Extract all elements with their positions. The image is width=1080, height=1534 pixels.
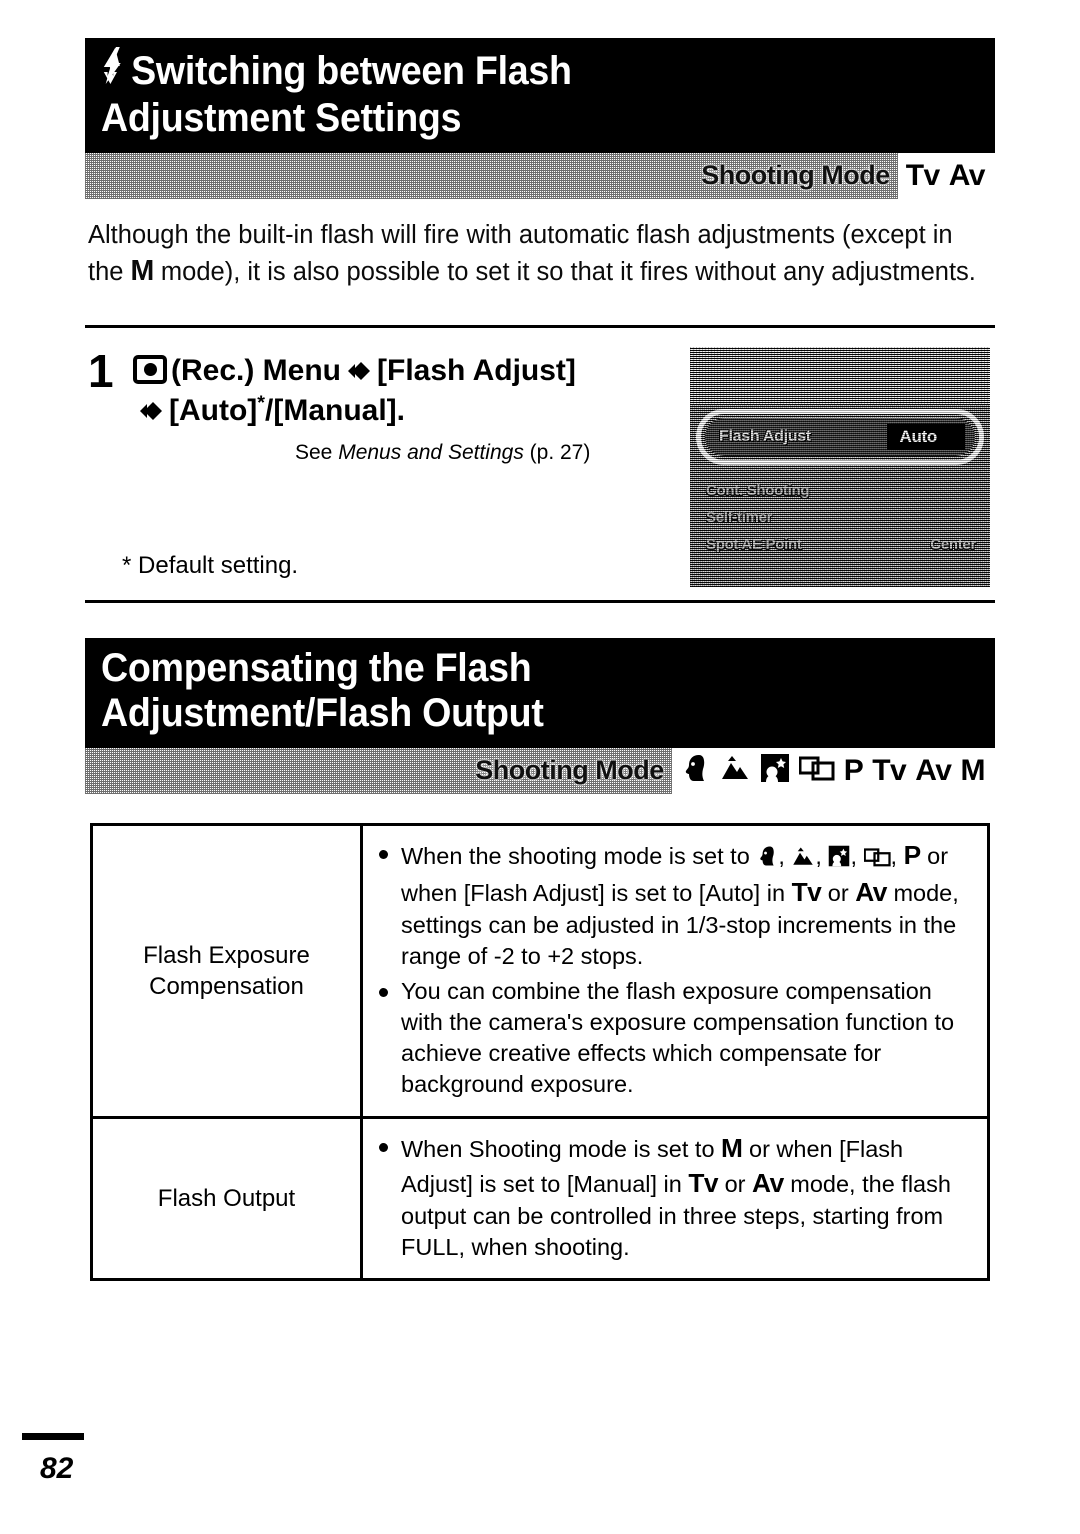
step-line1-a: (Rec.) Menu [171, 354, 342, 387]
reference-suffix: (p. 27) [523, 441, 591, 464]
mode-glyph-tv: Tv [688, 1167, 719, 1198]
step-line2-a: [Auto] [169, 394, 258, 428]
table-row-body: When the shooting mode is set to , , , ,… [360, 823, 990, 1119]
row-label-text: Flash Output [157, 1184, 296, 1212]
rec-camera-icon [133, 355, 167, 384]
mode-value-tv: Tv [905, 158, 941, 192]
section-1-title-text: Switching between Flash Adjustment Setti… [101, 49, 572, 140]
arrow-right-icon-1 [346, 353, 372, 391]
step-number: 1 [88, 345, 114, 397]
stitch-assist-mode-icon [863, 844, 891, 875]
arrow-right-icon-2 [138, 393, 164, 431]
bullet-item: When the shooting mode is set to , , , ,… [377, 838, 977, 973]
lcd-row: Spot AE Point Center [706, 531, 976, 558]
lcd-row-value-auto: Auto [887, 424, 965, 450]
section-1-title-row: Switching between Flash Adjustment Setti… [101, 46, 926, 141]
lcd-highlight-ring: Flash Adjust Auto [696, 409, 984, 465]
row-label-text: Flash Exposure Compensation [143, 941, 310, 1000]
bullet-list: When Shooting mode is set to M or when [… [377, 1131, 977, 1263]
lcd-row-label: Spot AE Point [706, 536, 802, 553]
mode-value-m: M [960, 753, 986, 787]
divider-rule-top [85, 325, 995, 328]
portrait-mode-icon [680, 753, 710, 788]
night-scene-mode-icon [760, 753, 790, 788]
manual-page: Switching between Flash Adjustment Setti… [0, 0, 1080, 1534]
lcd-row: Self-timer [706, 504, 976, 531]
lcd-highlighted-row: Flash Adjust Auto [705, 418, 975, 456]
section-2-header: Compensating the Flash Adjustment/Flash … [85, 638, 995, 794]
landscape-mode-icon [791, 844, 815, 875]
section-2-title-bar: Compensating the Flash Adjustment/Flash … [85, 638, 995, 748]
lcd-row-label-flash-adjust: Flash Adjust [719, 428, 811, 445]
lcd-row-label: Self-timer [706, 509, 773, 526]
table-row-body: When Shooting mode is set to M or when [… [360, 1115, 990, 1282]
section-1-mode-values: Tv Av [897, 152, 995, 199]
flash-settings-table: Flash Exposure Compensation When the sho… [90, 823, 990, 1282]
camera-lcd-screenshot: Flash Adjust Auto Cont. Shooting Self-ti… [690, 347, 990, 587]
bullet-item: When Shooting mode is set to M or when [… [377, 1131, 977, 1263]
section-1-header: Switching between Flash Adjustment Setti… [85, 38, 995, 199]
section-1-intro-paragraph: Although the built-in flash will fire wi… [88, 218, 988, 290]
footer-rule [22, 1433, 84, 1440]
step-line2-b: /[Manual]. [265, 394, 405, 428]
night-scene-mode-icon [828, 844, 850, 875]
portrait-mode-icon [756, 844, 778, 875]
lcd-row-value: Center [930, 536, 976, 553]
mode-glyph-m: M [721, 1132, 743, 1163]
step-line1-b: [Flash Adjust] [377, 354, 576, 387]
divider-rule-bottom [85, 600, 995, 603]
lcd-row-label: Cont. Shooting [706, 482, 810, 499]
reference-prefix: See [295, 441, 339, 464]
section-2-mode-values: P Tv Av M [671, 747, 995, 794]
stitch-assist-mode-icon [798, 755, 835, 786]
section-2-mode-band: Shooting Mode P Tv Av M [85, 747, 995, 794]
lcd-menu-tabs [690, 347, 990, 405]
intro-mode-glyph-m: M [130, 255, 155, 288]
mode-glyph-p: P [903, 840, 922, 870]
landscape-mode-icon [719, 754, 751, 787]
page-number: 82 [40, 1452, 74, 1485]
step-reference: See Menus and Settings (p. 27) [295, 440, 590, 465]
mode-glyph-av: Av [752, 1167, 784, 1198]
table-row-label: Flash Output [90, 1115, 363, 1282]
bullet-list: When the shooting mode is set to , , , ,… [377, 838, 977, 1101]
lcd-menu-rows: Cont. Shooting Self-timer Spot AE Point C… [690, 473, 990, 587]
table-row-label: Flash Exposure Compensation [90, 823, 363, 1119]
table-row: Flash Output When Shooting mode is set t… [90, 1115, 990, 1282]
section-1-mode-band: Shooting Mode Tv Av [85, 152, 995, 199]
step-instruction: (Rec.) Menu [Flash Adjust] [Auto]*/[Manual… [133, 352, 673, 432]
lcd-row: Cont. Shooting [706, 477, 976, 504]
bullet-item: You can combine the flash exposure compe… [377, 976, 977, 1101]
reference-italic: Menus and Settings [338, 441, 524, 464]
mode-value-av: Av [915, 753, 952, 787]
mode-value-tv: Tv [872, 753, 907, 787]
mode-glyph-tv: Tv [791, 877, 822, 908]
default-setting-note: * Default setting. [122, 552, 299, 579]
mode-glyph-av: Av [855, 877, 887, 908]
intro-part-2: mode), it is also possible to set it so … [153, 258, 976, 287]
section-2-title-text: Compensating the Flash Adjustment/Flash … [101, 646, 544, 735]
shooting-mode-label-2: Shooting Mode [475, 755, 664, 786]
mode-value-av: Av [948, 158, 986, 192]
default-setting-asterisk: * [257, 392, 265, 415]
section-1-title-bar: Switching between Flash Adjustment Setti… [85, 38, 995, 153]
flash-bolt-icon [101, 46, 124, 96]
mode-value-p: P [843, 753, 864, 787]
table-row: Flash Exposure Compensation When the sho… [90, 823, 990, 1119]
shooting-mode-label-1: Shooting Mode [701, 160, 890, 191]
